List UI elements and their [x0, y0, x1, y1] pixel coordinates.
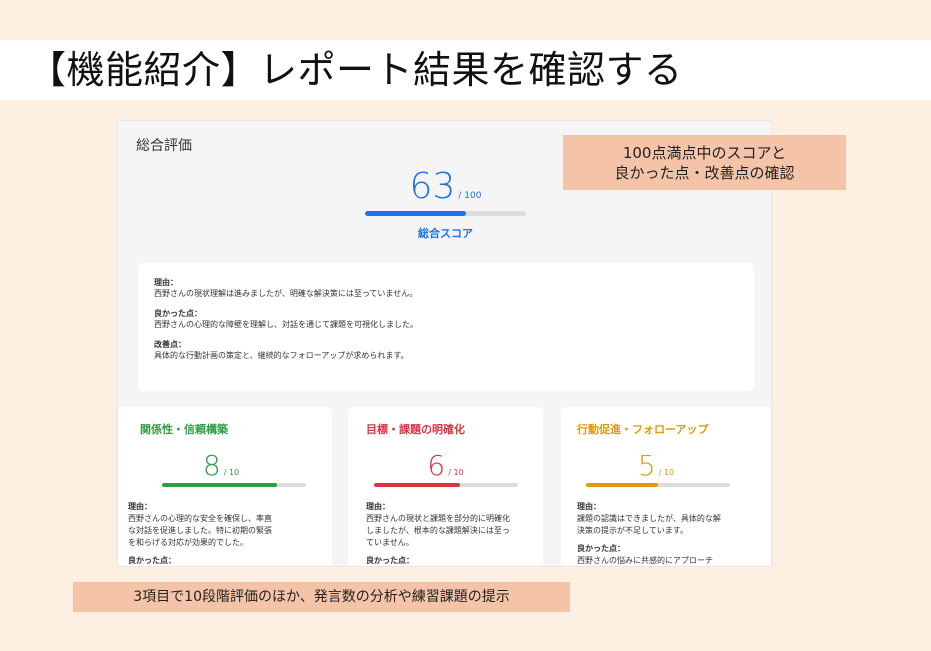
- category-good-heading: 良かった点：: [128, 556, 176, 565]
- good-points-heading: 良かった点：: [154, 309, 202, 318]
- improvement-heading: 改善点：: [154, 340, 186, 349]
- category-title: 関係性・信頼構築: [140, 423, 228, 436]
- category-good-heading: 良かった点：: [366, 556, 414, 565]
- category-reason-heading: 理由：: [577, 502, 601, 511]
- category-card-goal: 目標・課題の明確化 6/ 10 理由： 西野さんの現状と課題を部分的に明確化 し…: [348, 407, 543, 566]
- category-reason-line: 課題の認識はできましたが、具体的な解: [577, 514, 721, 523]
- category-score-bar: [586, 483, 730, 487]
- feedback-card: 理由： 西野さんの現状理解は進みましたが、明確な解決策には至っていません。 良か…: [138, 263, 754, 391]
- category-card-relationship: 関係性・信頼構築 8/ 10 理由： 西野さんの心理的な安全を確保し、率直 な対…: [118, 407, 332, 566]
- overall-score-caption: 総合スコア: [418, 227, 473, 240]
- callout-line: 100点満点中のスコアと: [622, 144, 787, 162]
- category-body: 理由： 西野さんの心理的な安全を確保し、率直 な対話を促進しました。特に初期の緊…: [128, 501, 298, 566]
- callout-line: 良かった点・改善点の確認: [614, 164, 795, 182]
- overall-evaluation-label: 総合評価: [136, 138, 192, 154]
- category-reason-line: な対話を促進しました。特に初期の緊張: [128, 526, 272, 535]
- category-reason-line: しましたが、根本的な課題解決には至っ: [366, 526, 510, 535]
- reason-text: 西野さんの現状理解は進みましたが、明確な解決策には至っていません。: [154, 289, 418, 298]
- overall-score-value: 63: [409, 166, 456, 207]
- category-body: 理由： 西野さんの現状と課題を部分的に明確化 しましたが、根本的な課題解決には至…: [366, 501, 536, 566]
- category-score-bar-fill: [374, 483, 461, 487]
- category-score: 8/ 10: [118, 449, 332, 482]
- category-score-value: 5: [637, 449, 656, 482]
- category-reason-heading: 理由：: [366, 502, 390, 511]
- callout-evaluation-note: 3項目で10段階評価のほか、発言数の分析や練習課題の提示: [73, 582, 570, 612]
- category-body: 理由： 課題の認識はできましたが、具体的な解 決策の提示が不足しています。 良か…: [577, 501, 747, 566]
- category-reason-line: 決策の提示が不足しています。: [577, 526, 688, 535]
- category-title: 目標・課題の明確化: [366, 423, 465, 436]
- category-reason-line: 西野さんの心理的な安全を確保し、率直: [128, 514, 272, 523]
- reason-heading: 理由：: [154, 278, 178, 287]
- category-reason-line: 西野さんの現状と課題を部分的に明確化: [366, 514, 510, 523]
- category-score-bar-fill: [586, 483, 658, 487]
- good-points-text: 西野さんの心理的な障壁を理解し、対話を通じて課題を可視化しました。: [154, 320, 418, 329]
- category-score-value: 6: [427, 449, 446, 482]
- overall-score-bar-fill: [365, 211, 467, 216]
- category-score-max: / 10: [658, 468, 675, 477]
- callout-score-note: 100点満点中のスコアと 良かった点・改善点の確認: [563, 135, 846, 190]
- category-score-bar: [162, 483, 306, 487]
- category-score-value: 8: [202, 449, 221, 482]
- category-reason-line: ていません。: [366, 538, 414, 547]
- overall-score-bar: [365, 211, 526, 216]
- category-title: 行動促進・フォローアップ: [577, 423, 709, 436]
- overall-score-max: / 100: [458, 191, 482, 201]
- category-score-max: / 10: [223, 468, 240, 477]
- category-score-bar: [374, 483, 518, 487]
- category-score-max: / 10: [448, 468, 464, 477]
- header-band: [0, 0, 931, 40]
- slide-title: 【機能紹介】レポート結果を確認する: [28, 48, 683, 92]
- category-good-line: 西野さんの悩みに共感的にアプローチ: [577, 556, 713, 565]
- category-good-heading: 良かった点：: [577, 544, 625, 553]
- improvement-text: 具体的な行動計画の策定と、継続的なフォローアップが求められます。: [154, 351, 409, 360]
- category-score-bar-fill: [162, 483, 278, 487]
- category-score: 5/ 10: [561, 449, 751, 482]
- category-card-action: 行動促進・フォローアップ 5/ 10 理由： 課題の認識はできましたが、具体的な…: [561, 407, 771, 566]
- category-reason-heading: 理由：: [128, 502, 152, 511]
- category-reason-line: を和らげる対応が効果的でした。: [128, 538, 248, 547]
- category-score: 6/ 10: [348, 449, 543, 482]
